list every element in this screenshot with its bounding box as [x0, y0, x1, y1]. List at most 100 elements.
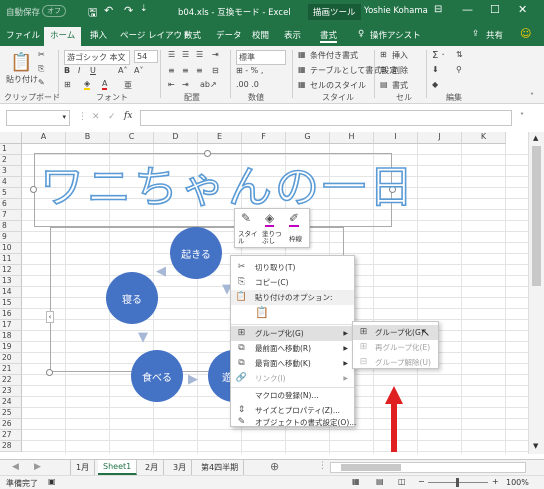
undo-icon[interactable]: ↶: [104, 4, 113, 17]
row-header[interactable]: 23: [0, 386, 22, 397]
align-middle-icon[interactable]: ☰: [182, 50, 189, 59]
number-format-select[interactable]: 標準: [236, 50, 286, 65]
tab-file[interactable]: ファイル: [6, 29, 40, 41]
autosave-toggle[interactable]: オフ: [42, 5, 66, 17]
row-header[interactable]: 27: [0, 430, 22, 441]
scroll-thumb[interactable]: [532, 146, 541, 286]
indent-increase-icon[interactable]: ⇥: [182, 80, 189, 89]
column-header[interactable]: D: [154, 132, 198, 144]
next-sheet-icon[interactable]: ▶: [34, 462, 41, 472]
orientation-icon[interactable]: ab↗: [200, 80, 217, 89]
menu-item-cut[interactable]: ✂ 切り取り(T): [231, 260, 354, 275]
merge-center-icon[interactable]: ⊟: [212, 66, 219, 75]
wordart-title[interactable]: ワニちゃんの一日: [39, 158, 416, 218]
tab-view[interactable]: 表示: [284, 29, 301, 41]
menu-item-copy[interactable]: ⎘ コピー(C): [231, 275, 354, 290]
font-color-icon[interactable]: A: [102, 79, 108, 90]
tell-me-input[interactable]: 操作アシスト: [370, 29, 421, 41]
row-header[interactable]: 11: [0, 254, 22, 265]
normal-view-icon[interactable]: ▦: [352, 477, 360, 486]
row-header[interactable]: 10: [0, 243, 22, 254]
page-break-view-icon[interactable]: ◫: [398, 477, 406, 486]
column-header[interactable]: K: [462, 132, 506, 144]
font-size-select[interactable]: 54: [134, 50, 158, 63]
horizontal-scrollbar[interactable]: [330, 462, 526, 473]
fill-color-icon[interactable]: ◈: [84, 79, 91, 90]
cycle-node[interactable]: 食べる: [131, 350, 183, 402]
row-header[interactable]: 4: [0, 177, 22, 188]
fill-button[interactable]: 塗りつぶし: [262, 231, 286, 245]
redo-icon[interactable]: ↷: [124, 4, 133, 17]
row-header[interactable]: 2: [0, 155, 22, 166]
vertical-scrollbar[interactable]: ▲ ▼: [528, 132, 544, 454]
resize-handle[interactable]: [30, 186, 37, 193]
zoom-level[interactable]: 100%: [506, 478, 529, 487]
text-pane-toggle[interactable]: ‹: [46, 311, 54, 323]
outline-button[interactable]: 枠線: [289, 233, 302, 243]
tab-review[interactable]: 校閲: [252, 29, 269, 41]
cycle-node[interactable]: 寝る: [106, 272, 158, 324]
ribbon-display-icon[interactable]: ⊟: [434, 4, 442, 15]
format-painter-icon[interactable]: ✎: [38, 78, 45, 87]
confirm-entry-icon[interactable]: ✓: [108, 112, 116, 122]
sheet-tab[interactable]: 第4四半期: [196, 460, 245, 475]
share-icon[interactable]: ⇪: [472, 29, 479, 39]
row-header[interactable]: 18: [0, 331, 22, 342]
qat-customize-icon[interactable]: ⇣: [140, 4, 148, 14]
cell-style-button[interactable]: セルのスタイル: [310, 80, 366, 91]
tab-home[interactable]: ホーム: [44, 27, 82, 46]
cell-style-icon[interactable]: ▦: [298, 80, 306, 89]
shape-fill-icon[interactable]: ◈: [265, 211, 275, 227]
sheet-tab[interactable]: 3月: [168, 460, 193, 475]
row-header[interactable]: 13: [0, 276, 22, 287]
clear-icon[interactable]: ◆: [432, 80, 438, 89]
row-header[interactable]: 8: [0, 221, 22, 232]
row-header[interactable]: 21: [0, 364, 22, 375]
column-header[interactable]: E: [198, 132, 242, 144]
format-cells-icon[interactable]: ▤: [380, 80, 388, 89]
insert-function-button[interactable]: fx: [124, 111, 132, 121]
zoom-slider-thumb[interactable]: [456, 478, 459, 487]
format-cells-button[interactable]: 書式: [392, 80, 408, 91]
close-icon[interactable]: ✕: [518, 3, 527, 16]
menu-item-format-object[interactable]: ✎ オブジェクトの書式設定(O)...: [231, 417, 357, 428]
copy-icon[interactable]: ⎘: [38, 64, 44, 74]
name-box-dropdown-icon[interactable]: ▾: [62, 113, 66, 121]
cond-format-button[interactable]: 条件付き書式: [310, 50, 358, 61]
column-header[interactable]: I: [374, 132, 418, 144]
row-header[interactable]: 17: [0, 320, 22, 331]
cycle-node[interactable]: 起きる: [170, 227, 222, 279]
find-icon[interactable]: ⚲: [456, 65, 462, 74]
resize-handle[interactable]: [46, 369, 53, 376]
bold-button[interactable]: B: [64, 66, 70, 75]
row-header[interactable]: 12: [0, 265, 22, 276]
page-layout-view-icon[interactable]: ▤: [376, 477, 384, 486]
insert-cells-icon[interactable]: ⊞: [380, 50, 387, 59]
tab-data[interactable]: データ: [216, 29, 242, 41]
grow-font-icon[interactable]: A˄: [118, 66, 127, 75]
menu-item-bring-to-front[interactable]: ⧉ 最前面へ移動(R) ▶: [231, 341, 354, 356]
paste-option-icon[interactable]: 📋: [255, 306, 269, 322]
column-header[interactable]: J: [418, 132, 462, 144]
smiley-icon[interactable]: ☺: [520, 27, 531, 40]
underline-button[interactable]: U: [90, 66, 96, 75]
scroll-down-icon[interactable]: ▼: [533, 442, 538, 450]
shape-style-icon[interactable]: ✎: [241, 211, 251, 225]
tab-splitter-icon[interactable]: ⋮: [318, 461, 327, 471]
column-header[interactable]: F: [242, 132, 286, 144]
row-header[interactable]: 14: [0, 287, 22, 298]
table-format-icon[interactable]: ▦: [298, 65, 306, 74]
autosum-icon[interactable]: Σ ·: [432, 50, 445, 61]
menu-item-send-to-back[interactable]: ⧉ 最背面へ移動(K) ▶: [231, 356, 354, 371]
prev-sheet-icon[interactable]: ◀: [12, 462, 19, 472]
menu-item-group[interactable]: ⊞ グループ化(G) ▶: [231, 326, 354, 341]
align-bottom-icon[interactable]: ☰: [196, 50, 203, 59]
wrap-text-icon[interactable]: ⇥: [212, 50, 219, 59]
column-header[interactable]: G: [286, 132, 330, 144]
row-header[interactable]: 24: [0, 397, 22, 408]
row-header[interactable]: 25: [0, 408, 22, 419]
horizontal-scroll-thumb[interactable]: [341, 464, 401, 471]
indent-decrease-icon[interactable]: ⇤: [168, 80, 175, 89]
delete-cells-button[interactable]: 削除: [392, 65, 408, 76]
row-header[interactable]: 3: [0, 166, 22, 177]
